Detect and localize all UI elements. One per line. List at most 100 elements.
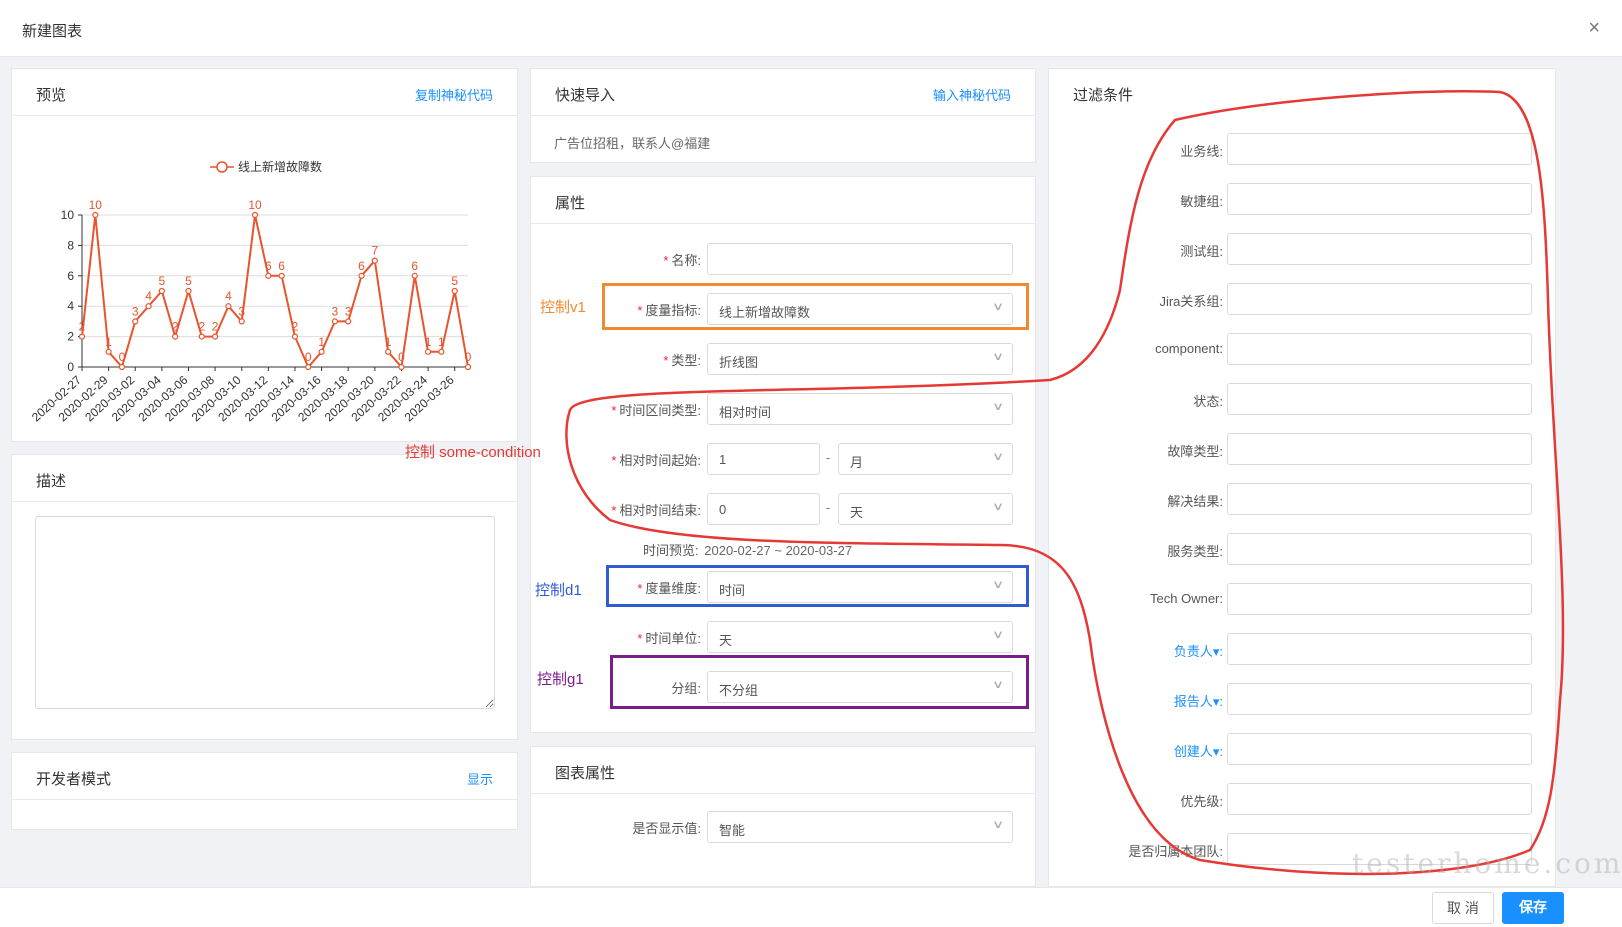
name-input[interactable] [707,243,1013,275]
data-point [371,257,378,264]
time-preview-label: 时间预览: [643,543,699,558]
show-value-select[interactable]: 智能 ∨ [707,811,1013,843]
type-label: 类型: [671,353,701,368]
data-label: 2 [172,320,179,334]
copy-code-link[interactable]: 复制神秘代码 [415,85,493,104]
properties-title: 属性 [555,195,586,212]
filter-label: 故障类型: [1167,444,1223,459]
filter-card: 过滤条件 业务线: 敏捷组: 测试组: Jira关系组: component: 状态: 故障… [1048,68,1556,887]
input-code-link[interactable]: 输入神秘代码 [933,85,1011,104]
data-point [265,272,272,279]
filter-input[interactable] [1227,383,1532,415]
filter-input[interactable] [1227,183,1532,215]
filter-input[interactable] [1227,283,1532,315]
filter-row: 创建人▾: [1049,733,1555,765]
y-tick-label: 4 [67,299,74,313]
data-point [212,333,219,340]
name-label: 名称: [671,253,701,268]
annotation-g1: 控制g1 [537,671,584,688]
quick-import-title: 快速导入 [555,87,616,104]
time-range-type-select[interactable]: 相对时间 ∨ [707,393,1013,425]
annotation-v1: 控制v1 [540,299,586,316]
annotation-some-condition: 控制 some-condition [405,444,541,461]
data-point [411,272,418,279]
rel-start-label: 相对时间起始: [619,453,701,468]
description-textarea[interactable] [35,516,495,709]
data-point [92,211,99,219]
data-point [464,363,472,371]
data-label: 3 [332,304,339,318]
data-point [185,287,192,295]
chart-properties-card: 图表属性 是否显示值: 智能 ∨ [530,746,1036,887]
filter-input[interactable] [1227,483,1532,515]
rel-end-unit-select[interactable]: 天 ∨ [838,493,1013,525]
filter-input[interactable] [1227,783,1532,815]
filter-input[interactable] [1227,633,1532,665]
time-unit-select[interactable]: 天 ∨ [707,621,1013,653]
preview-title: 预览 [36,87,67,104]
filter-label: 是否归属本团队: [1128,844,1223,859]
filter-input[interactable] [1227,433,1532,465]
filter-input[interactable] [1227,233,1532,265]
rel-start-unit-select[interactable]: 月 ∨ [838,443,1013,475]
filter-input[interactable] [1227,683,1532,715]
filter-label: 服务类型: [1167,544,1223,559]
data-point [132,318,139,325]
preview-card: 预览 复制神秘代码 线上新增故障数 0 2 4 6 8 10 2020-02-27 2020-0… [11,68,518,442]
filter-label[interactable]: 创建人▾: [1174,741,1223,760]
save-button[interactable]: 保存 [1502,892,1564,924]
dialog-footer: 取 消 保存 [0,887,1622,927]
data-point [251,211,259,219]
data-point [78,333,86,340]
name-row: * 名称: [531,243,1037,275]
data-label: 3 [238,304,245,318]
y-tick-label: 6 [67,269,74,283]
data-label: 2 [79,320,86,334]
chevron-down-icon: ∨ [991,351,1005,363]
filter-label: 敏捷组: [1180,194,1223,209]
filter-label[interactable]: 负责人▾: [1174,641,1223,660]
filter-input[interactable] [1227,333,1532,365]
close-icon[interactable]: × [1588,18,1600,38]
chart-properties-title: 图表属性 [555,765,616,782]
filter-row: Jira关系组: [1049,283,1555,315]
filter-label: 业务线: [1180,144,1223,159]
filter-row: 服务类型: [1049,533,1555,565]
preview-header: 预览 复制神秘代码 [12,69,517,116]
cancel-button[interactable]: 取 消 [1432,892,1494,924]
required-mark: * [663,253,669,268]
data-label: 6 [411,259,418,273]
rel-end-row: * 相对时间结束: 0 - 天 ∨ [531,493,1037,525]
ad-text: 广告位招租，联系人@福建 [554,136,711,151]
data-label: 1 [105,335,112,349]
filter-input[interactable] [1227,733,1532,765]
rel-start-row: * 相对时间起始: 1 - 月 ∨ [531,443,1037,475]
chevron-down-icon: ∨ [991,819,1005,831]
data-label: 0 [119,350,126,364]
rel-start-input[interactable]: 1 [707,443,820,475]
filter-input[interactable] [1227,133,1532,165]
filter-label: Tech Owner: [1150,591,1223,606]
filter-row: 测试组: [1049,233,1555,265]
data-label: 10 [89,198,103,212]
rel-end-input[interactable]: 0 [707,493,820,525]
data-label: 0 [465,350,472,364]
data-point [358,272,365,279]
data-label: 10 [248,198,262,212]
type-select[interactable]: 折线图 ∨ [707,343,1013,375]
chevron-down-icon: ∨ [991,629,1005,641]
filter-input[interactable] [1227,533,1532,565]
time-range-type-label: 时间区间类型: [619,403,701,418]
show-devmode-link[interactable]: 显示 [467,769,493,788]
data-label: 1 [385,335,392,349]
series-line [81,214,469,370]
data-label: 5 [185,274,192,288]
description-title: 描述 [36,473,67,490]
data-point [438,348,445,355]
filter-label[interactable]: 报告人▾: [1174,691,1223,710]
filter-label: Jira关系组: [1159,294,1223,309]
filter-input[interactable] [1227,583,1532,615]
show-value-row: 是否显示值: 智能 ∨ [531,811,1037,843]
data-point [198,333,205,340]
preview-line-chart: 线上新增故障数02468102020-02-272020-02-292020-0… [29,159,472,424]
